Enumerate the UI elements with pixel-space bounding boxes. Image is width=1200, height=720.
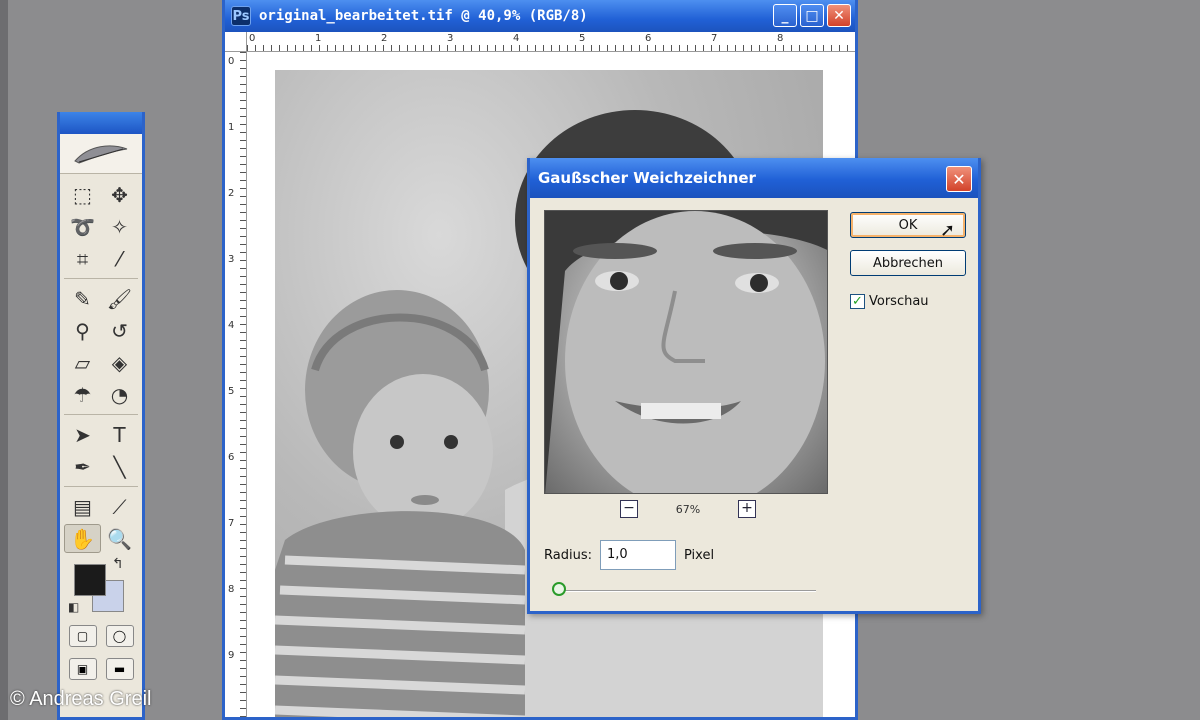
gaussian-blur-dialog: Gaußscher Weichzeichner ✕ − 67% + OK ➚ A… [527, 158, 981, 614]
minimize-button[interactable]: _ [773, 4, 797, 27]
filter-preview[interactable] [544, 210, 828, 494]
radius-row: Radius: 1,0 Pixel [544, 540, 714, 570]
maximize-button[interactable]: □ [800, 4, 824, 27]
preview-checkbox[interactable]: ✓ [850, 294, 865, 309]
color-swatches: ↰ ◧ [64, 556, 138, 618]
ruler-tick-label: 8 [777, 33, 784, 44]
left-window-edge [0, 0, 8, 720]
ruler-tick-label: 6 [645, 33, 652, 44]
text-tool-icon[interactable]: T [101, 420, 138, 449]
radius-input[interactable]: 1,0 [599, 540, 676, 570]
dodge-tool-icon[interactable]: ◔ [101, 380, 138, 409]
history-brush-icon[interactable]: ↺ [101, 316, 138, 345]
close-button[interactable]: ✕ [827, 4, 851, 27]
standard-mode-icon[interactable]: ▢ [68, 625, 97, 647]
notes-tool-icon[interactable]: ▤ [64, 492, 101, 521]
screen-mode-row: ▣ ▬ [64, 654, 138, 684]
tools-palette-titlebar[interactable] [60, 112, 142, 134]
path-selection-icon[interactable]: ➤ [64, 420, 101, 449]
ruler-tick-label: 7 [228, 518, 235, 529]
document-titlebar[interactable]: Ps original_bearbeitet.tif @ 40,9% (RGB/… [225, 0, 855, 32]
ruler-tick-label: 1 [228, 122, 235, 133]
move-tool-icon[interactable]: ✥ [101, 180, 138, 209]
ruler-tick-label: 4 [513, 33, 520, 44]
ruler-tick-label: 3 [447, 33, 454, 44]
ruler-tick-label: 8 [228, 584, 235, 595]
ruler-tick-label: 5 [579, 33, 586, 44]
document-title: original_bearbeitet.tif @ 40,9% (RGB/8) [259, 8, 588, 24]
ruler-tick-label: 5 [228, 386, 235, 397]
foreground-color-swatch[interactable] [74, 564, 106, 596]
clone-stamp-icon[interactable]: ⚲ [64, 316, 101, 345]
line-tool-icon[interactable]: ╲ [101, 452, 138, 481]
swap-colors-icon[interactable]: ↰ [112, 556, 124, 572]
dialog-titlebar[interactable]: Gaußscher Weichzeichner ✕ [530, 158, 978, 198]
radius-unit-label: Pixel [683, 547, 715, 563]
screen-mode-standard-icon[interactable]: ▣ [68, 658, 97, 680]
radius-slider-track[interactable] [554, 590, 816, 592]
eraser-tool-icon[interactable]: ▱ [64, 348, 101, 377]
ruler-tick-label: 1 [315, 33, 322, 44]
ruler-tick-label: 6 [228, 452, 235, 463]
paint-bucket-icon[interactable]: ◈ [101, 348, 138, 377]
hand-tool-icon[interactable]: ✋ [64, 524, 101, 553]
vertical-ruler[interactable]: 0 1 2 3 4 5 6 7 8 9 [225, 52, 247, 717]
default-colors-icon[interactable]: ◧ [68, 600, 79, 614]
ruler-tick-label: 2 [381, 33, 388, 44]
ruler-tick-label: 3 [228, 254, 235, 265]
feather-logo-icon[interactable] [60, 134, 142, 174]
tools-palette: ⬚ ✥ ➰ ✧ ⌗ ⁄ ✎ 🖌 ⚲ ↺ ▱ ◈ ☂ ◔ ➤ T ✒ ╲ ▤ ⟋ … [57, 112, 145, 720]
ruler-tick-label: 9 [228, 650, 235, 661]
ruler-tick-label: 7 [711, 33, 718, 44]
ruler-tick-label: 4 [228, 320, 235, 331]
photoshop-document-icon: Ps [231, 6, 251, 26]
ruler-tick-label: 0 [249, 33, 256, 44]
zoom-controls: − 67% + [620, 500, 756, 518]
preview-checkbox-label: Vorschau [869, 294, 929, 309]
ruler-tick-label: 0 [228, 56, 235, 67]
blur-tool-icon[interactable]: ☂ [64, 380, 101, 409]
tool-divider [64, 278, 138, 279]
mouse-cursor-icon: ➚ [940, 220, 956, 241]
pen-tool-icon[interactable]: ✒ [64, 452, 101, 481]
tool-divider [64, 486, 138, 487]
zoom-level: 67% [675, 502, 701, 516]
lasso-tool-icon[interactable]: ➰ [64, 212, 101, 241]
zoom-tool-icon[interactable]: 🔍 [101, 524, 138, 553]
brush-tool-icon[interactable]: 🖌 [101, 284, 138, 313]
tool-divider [64, 414, 138, 415]
slice-tool-icon[interactable]: ⁄ [101, 244, 138, 273]
zoom-in-button[interactable]: + [738, 500, 756, 518]
ruler-origin[interactable] [225, 32, 247, 52]
radius-label: Radius: [544, 547, 592, 563]
mask-mode-row: ▢ ◯ [64, 621, 138, 651]
ruler-tick-label: 2 [228, 188, 235, 199]
photo-credit: © Andreas Greil [10, 688, 152, 710]
horizontal-ruler[interactable]: 0 1 2 3 4 5 6 7 8 [247, 32, 855, 52]
healing-brush-icon[interactable]: ✎ [64, 284, 101, 313]
screen-mode-full-icon[interactable]: ▬ [105, 658, 134, 680]
eyedropper-icon[interactable]: ⟋ [101, 492, 138, 521]
marquee-tool-icon[interactable]: ⬚ [64, 180, 101, 209]
preview-checkbox-row[interactable]: ✓ Vorschau [850, 294, 929, 309]
zoom-out-button[interactable]: − [620, 500, 638, 518]
dialog-title: Gaußscher Weichzeichner [538, 169, 756, 187]
dialog-close-button[interactable]: ✕ [946, 166, 972, 192]
crop-tool-icon[interactable]: ⌗ [64, 244, 101, 273]
cancel-button[interactable]: Abbrechen [850, 250, 966, 276]
radius-slider-thumb[interactable] [552, 582, 566, 596]
quick-mask-icon[interactable]: ◯ [105, 625, 134, 647]
magic-wand-icon[interactable]: ✧ [101, 212, 138, 241]
